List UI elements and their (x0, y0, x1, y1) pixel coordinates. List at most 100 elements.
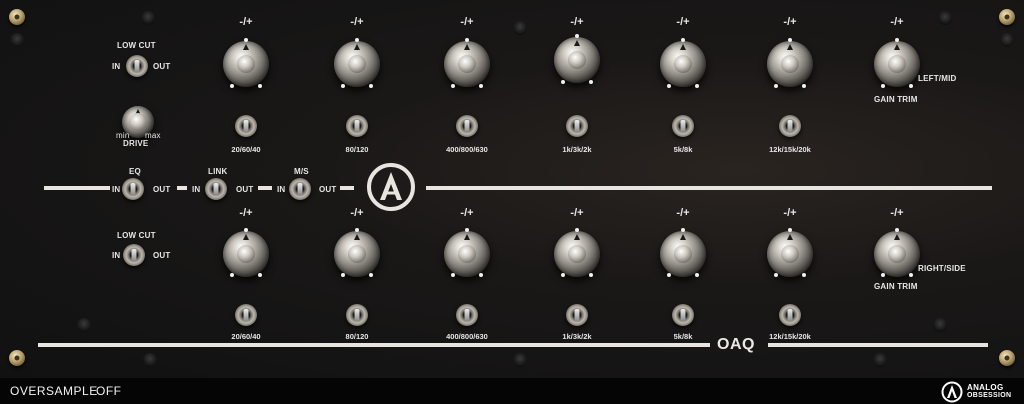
scale-dot (369, 273, 373, 277)
band5-bottom-freq-switch[interactable] (672, 304, 694, 326)
band1-top-gain-knob[interactable] (223, 41, 269, 87)
band6-top-freq-label: 12k/15k/20k (769, 145, 811, 154)
scale-dot (244, 38, 248, 42)
band3-bottom-pm: -/+ (460, 207, 474, 219)
eq-label: EQ (129, 167, 141, 176)
eq-out: OUT (153, 185, 171, 194)
band5-top-freq-switch[interactable] (672, 115, 694, 137)
mount-hole (938, 11, 952, 25)
brand-name-line1: ANALOG (967, 383, 1004, 392)
band2-top-freq-switch[interactable] (346, 115, 368, 137)
mount-hole (873, 353, 887, 367)
mount-hole (143, 353, 157, 367)
oversample-value[interactable]: OFF (96, 384, 122, 398)
scale-dot (788, 38, 792, 42)
band1-bottom-freq-label: 20/60/40 (231, 332, 261, 341)
gain-trim-bottom-knob[interactable] (874, 231, 920, 277)
band1-bottom-gain-knob[interactable] (223, 231, 269, 277)
divider-line (177, 186, 187, 190)
scale-dot (451, 273, 455, 277)
band3-top-freq-switch[interactable] (456, 115, 478, 137)
band1-top-freq-switch[interactable] (235, 115, 257, 137)
band4-bottom-gain-knob[interactable] (554, 231, 600, 277)
mount-hole (1000, 33, 1014, 47)
band6-top-freq-switch[interactable] (779, 115, 801, 137)
scale-dot (774, 273, 778, 277)
band5-bottom-freq-label: 5k/8k (673, 332, 693, 341)
band4-top-freq-switch[interactable] (566, 115, 588, 137)
band6-bottom-freq-label: 12k/15k/20k (769, 332, 811, 341)
lowcut-bottom-label: LOW CUT (117, 231, 156, 240)
scale-dot (881, 273, 885, 277)
band2-bottom-freq-switch[interactable] (346, 304, 368, 326)
divider-line (426, 186, 992, 190)
scale-dot (479, 84, 483, 88)
band3-bottom-freq-label: 400/800/630 (446, 332, 488, 341)
band1-top-pm: -/+ (239, 16, 253, 28)
divider-line (340, 186, 354, 190)
link-in: IN (192, 185, 201, 194)
link-out: OUT (236, 185, 254, 194)
screw-top-right (999, 9, 1015, 25)
band1-bottom-freq-switch[interactable] (235, 304, 257, 326)
band2-top-freq-label: 80/120 (345, 145, 369, 154)
ms-switch[interactable] (289, 178, 311, 200)
band4-top-pm: -/+ (570, 16, 584, 28)
divider-line (38, 343, 710, 347)
band4-top-gain-knob[interactable] (554, 37, 600, 83)
band5-top-gain-knob[interactable] (660, 41, 706, 87)
band3-top-pm: -/+ (460, 16, 474, 28)
band6-bottom-gain-knob[interactable] (767, 231, 813, 277)
band4-bottom-freq-switch[interactable] (566, 304, 588, 326)
band3-bottom-freq-switch[interactable] (456, 304, 478, 326)
scale-dot (881, 84, 885, 88)
footer-bar (0, 378, 1024, 404)
scale-dot (575, 228, 579, 232)
scale-dot (341, 273, 345, 277)
scale-dot (788, 228, 792, 232)
scale-dot (774, 84, 778, 88)
scale-dot (681, 38, 685, 42)
mount-hole (77, 318, 91, 332)
lowcut-bottom-switch[interactable] (123, 244, 145, 266)
scale-dot (465, 228, 469, 232)
band6-top-gain-knob[interactable] (767, 41, 813, 87)
analog-obsession-logo-icon (367, 163, 415, 211)
scale-dot (561, 273, 565, 277)
screw-bottom-left (9, 350, 25, 366)
lowcut-top-in: IN (112, 62, 121, 71)
mount-hole (10, 33, 24, 47)
band4-bottom-freq-label: 1k/3k/2k (562, 332, 592, 341)
ms-out: OUT (319, 185, 337, 194)
mount-hole (513, 353, 527, 367)
scale-dot (258, 84, 262, 88)
band2-bottom-freq-label: 80/120 (345, 332, 369, 341)
oversample-label: OVERSAMPLE (10, 384, 98, 398)
band5-bottom-gain-knob[interactable] (660, 231, 706, 277)
lowcut-bottom-in: IN (112, 251, 121, 260)
band1-bottom-pm: -/+ (239, 207, 253, 219)
band3-bottom-gain-knob[interactable] (444, 231, 490, 277)
eq-switch[interactable] (122, 178, 144, 200)
scale-dot (589, 273, 593, 277)
lowcut-top-out: OUT (153, 62, 171, 71)
band6-bottom-pm: -/+ (783, 207, 797, 219)
scale-dot (909, 84, 913, 88)
band2-bottom-gain-knob[interactable] (334, 231, 380, 277)
link-switch[interactable] (205, 178, 227, 200)
gain-trim-top-knob[interactable] (874, 41, 920, 87)
mount-hole (933, 318, 947, 332)
band6-top-pm: -/+ (783, 16, 797, 28)
plugin-panel: LOW CUT IN OUT min max DRIVE -/+ -/+ -/+… (0, 0, 1024, 378)
screw-top-left (9, 9, 25, 25)
band6-bottom-freq-switch[interactable] (779, 304, 801, 326)
lowcut-bottom-out: OUT (153, 251, 171, 260)
left-mid-label: LEFT/MID (918, 74, 957, 83)
band2-top-gain-knob[interactable] (334, 41, 380, 87)
scale-dot (909, 273, 913, 277)
lowcut-top-switch[interactable] (126, 55, 148, 77)
eq-in: IN (112, 185, 121, 194)
band3-top-gain-knob[interactable] (444, 41, 490, 87)
scale-dot (589, 80, 593, 84)
scale-dot (244, 228, 248, 232)
